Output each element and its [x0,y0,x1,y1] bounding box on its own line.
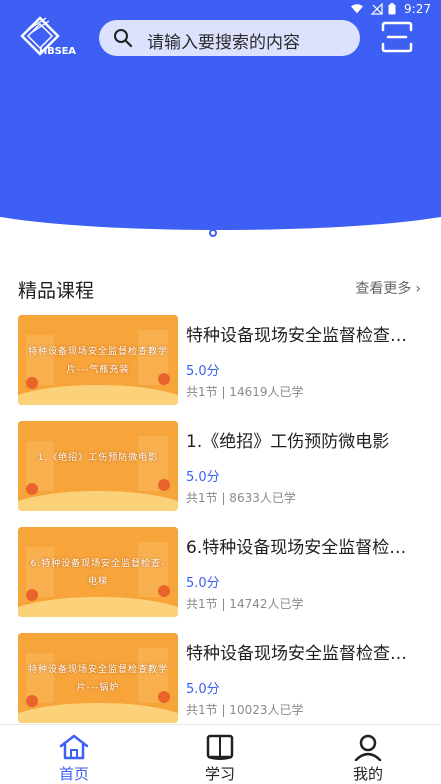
course-meta: 共1节 | 8633人已学 [186,491,296,505]
chevron-right-icon: › [415,281,421,297]
tab-study-label: 学习 [204,765,235,783]
home-icon [59,734,89,760]
section-title: 精品课程 [18,280,95,302]
course-score: 5.0分 [186,682,220,697]
wifi-icon [351,4,363,14]
no-signal-icon [371,3,383,15]
course-item[interactable]: 特种设备现场安全监督检查教学片---气瓶充装 特种设备现场安全监督检查… 5.0… [18,315,424,407]
course-item[interactable]: 1.《绝招》工伤预防微电影 1.《绝招》工伤预防微电影 5.0分 共1节 | 8… [18,421,424,513]
course-score: 5.0分 [186,576,220,591]
status-time: 9:27 [404,2,431,16]
course-score: 5.0分 [186,364,220,379]
tab-home-label: 首页 [58,765,89,783]
course-title: 6.特种设备现场安全监督检… [186,538,407,558]
battery-icon [388,3,396,15]
carousel-indicator[interactable] [209,229,217,237]
user-icon [354,734,382,761]
logo-text: HBSEA [39,46,76,57]
tab-home[interactable]: 首页 [34,725,114,784]
book-icon [206,734,234,760]
course-score: 5.0分 [186,470,220,485]
course-title: 1.《绝招》工伤预防微电影 [186,432,390,452]
search-bar[interactable]: 请输入要搜索的内容 [99,20,360,56]
course-item[interactable]: 6.特种设备现场安全监督检查-电梯 6.特种设备现场安全监督检… 5.0分 共1… [18,527,424,619]
bottom-tab-bar: 首页 学习 我的 [0,724,441,784]
course-title: 特种设备现场安全监督检查… [186,326,407,346]
tab-study[interactable]: 学习 [180,725,260,784]
tab-profile[interactable]: 我的 [328,725,408,784]
course-meta: 共1节 | 10023人已学 [186,703,304,717]
thumbnail-caption: 特种设备现场安全监督检查教学片---气瓶充装 [28,347,169,375]
view-more-label: 查看更多 [355,281,412,297]
search-placeholder: 请输入要搜索的内容 [147,33,300,53]
course-thumbnail: 特种设备现场安全监督检查教学片---锅炉 [18,633,178,723]
course-title: 特种设备现场安全监督检查… [186,644,407,664]
tab-profile-label: 我的 [352,765,383,783]
view-more-link[interactable]: 查看更多 › [355,278,421,298]
course-meta: 共1节 | 14619人已学 [186,385,304,399]
search-icon [114,29,133,48]
app-logo[interactable]: HBSEA [20,16,76,60]
header-banner: 9:27 HBSEA 请输入要搜索的内容 [0,0,441,230]
app-screen: 9:27 HBSEA 请输入要搜索的内容 精品课程 查看更多 › 特种设备现场安… [0,0,441,784]
course-meta: 共1节 | 14742人已学 [186,597,304,611]
thumbnail-caption: 特种设备现场安全监督检查教学片---锅炉 [28,665,169,693]
course-item[interactable]: 特种设备现场安全监督检查教学片---锅炉 特种设备现场安全监督检查… 5.0分 … [18,633,424,725]
thumbnail-caption: 1.《绝招》工伤预防微电影 [37,453,159,463]
course-thumbnail: 6.特种设备现场安全监督检查-电梯 [18,527,178,617]
course-thumbnail: 特种设备现场安全监督检查教学片---气瓶充装 [18,315,178,405]
course-thumbnail: 1.《绝招》工伤预防微电影 [18,421,178,511]
scan-icon[interactable] [380,20,414,54]
thumbnail-caption: 6.特种设备现场安全监督检查-电梯 [30,559,166,587]
